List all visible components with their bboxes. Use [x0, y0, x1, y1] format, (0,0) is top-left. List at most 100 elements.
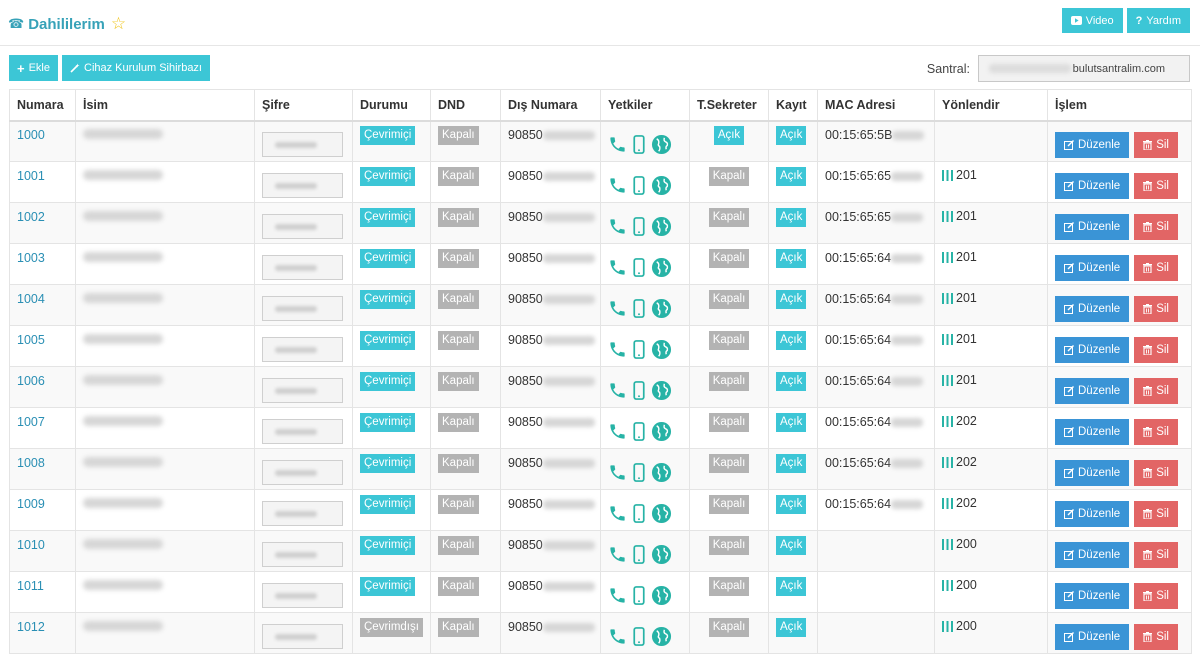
col-yetkiler[interactable]: Yetkiler	[600, 89, 690, 122]
extension-number-link[interactable]: 1001	[17, 169, 45, 183]
santral-field[interactable]: bulutsantralim.com	[978, 55, 1190, 82]
extension-number-link[interactable]: 1005	[17, 333, 45, 347]
external-number-prefix: 90850	[508, 456, 543, 470]
password-field[interactable]	[262, 255, 343, 280]
extension-number-link[interactable]: 1012	[17, 620, 45, 634]
delete-button[interactable]: Sil	[1134, 501, 1178, 527]
edit-button[interactable]: Düzenle	[1055, 583, 1130, 609]
mobile-icon	[633, 134, 645, 154]
delete-button[interactable]: Sil	[1134, 255, 1178, 281]
cell-dis-numara: 90850	[500, 202, 601, 244]
col-isim[interactable]: İsim	[75, 89, 255, 122]
video-button[interactable]: Video	[1061, 8, 1123, 33]
cell-yonlendir: 201	[934, 325, 1048, 367]
password-field[interactable]	[262, 378, 343, 403]
extension-number-link[interactable]: 1004	[17, 292, 45, 306]
edit-button[interactable]: Düzenle	[1055, 378, 1130, 404]
edit-button[interactable]: Düzenle	[1055, 419, 1130, 445]
col-islem[interactable]: İşlem	[1047, 89, 1192, 122]
cell-dis-numara: 90850	[500, 120, 601, 162]
cell-dis-numara: 90850	[500, 161, 601, 203]
mac-address: 00:15:65:64	[825, 415, 924, 429]
redacted-password	[275, 511, 317, 517]
edit-button[interactable]: Düzenle	[1055, 501, 1130, 527]
delete-button[interactable]: Sil	[1134, 583, 1178, 609]
star-icon[interactable]: ☆	[111, 14, 126, 34]
edit-button[interactable]: Düzenle	[1055, 296, 1130, 322]
edit-icon	[1064, 591, 1074, 601]
delete-button[interactable]: Sil	[1134, 173, 1178, 199]
col-numara[interactable]: Numara	[9, 89, 76, 122]
row-actions: Düzenle Sil	[1055, 296, 1184, 322]
col-mac-adresi[interactable]: MAC Adresi	[817, 89, 935, 122]
extension-number-link[interactable]: 1000	[17, 128, 45, 142]
password-field[interactable]	[262, 460, 343, 485]
col-yonlendir[interactable]: Yönlendir	[934, 89, 1048, 122]
extension-number-link[interactable]: 1007	[17, 415, 45, 429]
password-field[interactable]	[262, 419, 343, 444]
delete-button[interactable]: Sil	[1134, 460, 1178, 486]
delete-label: Sil	[1156, 508, 1169, 520]
delete-button[interactable]: Sil	[1134, 337, 1178, 363]
password-field[interactable]	[262, 173, 343, 198]
delete-button[interactable]: Sil	[1134, 132, 1178, 159]
edit-label: Düzenle	[1078, 508, 1121, 520]
cell-yetkiler	[600, 489, 690, 531]
password-field[interactable]	[262, 542, 343, 567]
extension-number-link[interactable]: 1011	[17, 579, 44, 593]
edit-button[interactable]: Düzenle	[1055, 337, 1130, 363]
password-field[interactable]	[262, 501, 343, 526]
secretary-badge: Kapalı	[708, 289, 750, 309]
password-field[interactable]	[262, 132, 343, 158]
cell-mac: 00:15:65:65	[817, 161, 935, 203]
trash-icon	[1143, 304, 1153, 314]
edit-button[interactable]: Düzenle	[1055, 214, 1130, 240]
edit-button[interactable]: Düzenle	[1055, 173, 1130, 199]
password-field[interactable]	[262, 296, 343, 321]
edit-icon	[1064, 181, 1074, 191]
col-dnd[interactable]: DND	[430, 89, 501, 122]
cell-dnd: Kapalı	[430, 284, 501, 326]
col-sifre[interactable]: Şifre	[254, 89, 353, 122]
delete-label: Sil	[1156, 180, 1169, 192]
extension-number-link[interactable]: 1010	[17, 538, 45, 552]
extension-number-link[interactable]: 1008	[17, 456, 45, 470]
extension-number-link[interactable]: 1006	[17, 374, 45, 388]
edit-label: Düzenle	[1078, 467, 1121, 479]
edit-button[interactable]: Düzenle	[1055, 460, 1130, 486]
col-durumu[interactable]: Durumu	[352, 89, 431, 122]
delete-button[interactable]: Sil	[1134, 542, 1178, 568]
password-field[interactable]	[262, 624, 343, 649]
edit-button[interactable]: Düzenle	[1055, 542, 1130, 568]
status-badge: Çevrimiçi	[360, 166, 416, 186]
password-field[interactable]	[262, 583, 343, 608]
mac-address: 00:15:65:64	[825, 333, 924, 347]
extension-number-link[interactable]: 1009	[17, 497, 45, 511]
cell-numara: 1006	[9, 366, 76, 408]
edit-button[interactable]: Düzenle	[1055, 132, 1130, 159]
dnd-badge: Kapalı	[438, 248, 479, 268]
help-button[interactable]: ? Yardım	[1126, 8, 1190, 33]
col-dis-numara[interactable]: Dış Numara	[500, 89, 601, 122]
password-field[interactable]	[262, 214, 343, 239]
cell-islem: Düzenle Sil	[1047, 325, 1192, 367]
cell-tsekreter: Kapalı	[689, 407, 769, 449]
record-badge: Açık	[776, 617, 807, 637]
extension-number-link[interactable]: 1003	[17, 251, 45, 265]
cell-mac: 00:15:65:64	[817, 366, 935, 408]
delete-button[interactable]: Sil	[1134, 378, 1178, 404]
extension-number-link[interactable]: 1002	[17, 210, 45, 224]
col-tsekreter[interactable]: T.Sekreter	[689, 89, 769, 122]
col-kayit[interactable]: Kayıt	[768, 89, 818, 122]
delete-button[interactable]: Sil	[1134, 214, 1178, 240]
add-button[interactable]: + Ekle	[9, 55, 58, 81]
edit-button[interactable]: Düzenle	[1055, 624, 1130, 650]
delete-button[interactable]: Sil	[1134, 624, 1178, 650]
edit-button[interactable]: Düzenle	[1055, 255, 1130, 281]
cell-dis-numara: 90850	[500, 612, 601, 654]
password-field[interactable]	[262, 337, 343, 362]
delete-button[interactable]: Sil	[1134, 296, 1178, 322]
record-badge: Açık	[776, 248, 807, 268]
device-wizard-button[interactable]: Cihaz Kurulum Sihirbazı	[62, 55, 210, 81]
delete-button[interactable]: Sil	[1134, 419, 1178, 445]
